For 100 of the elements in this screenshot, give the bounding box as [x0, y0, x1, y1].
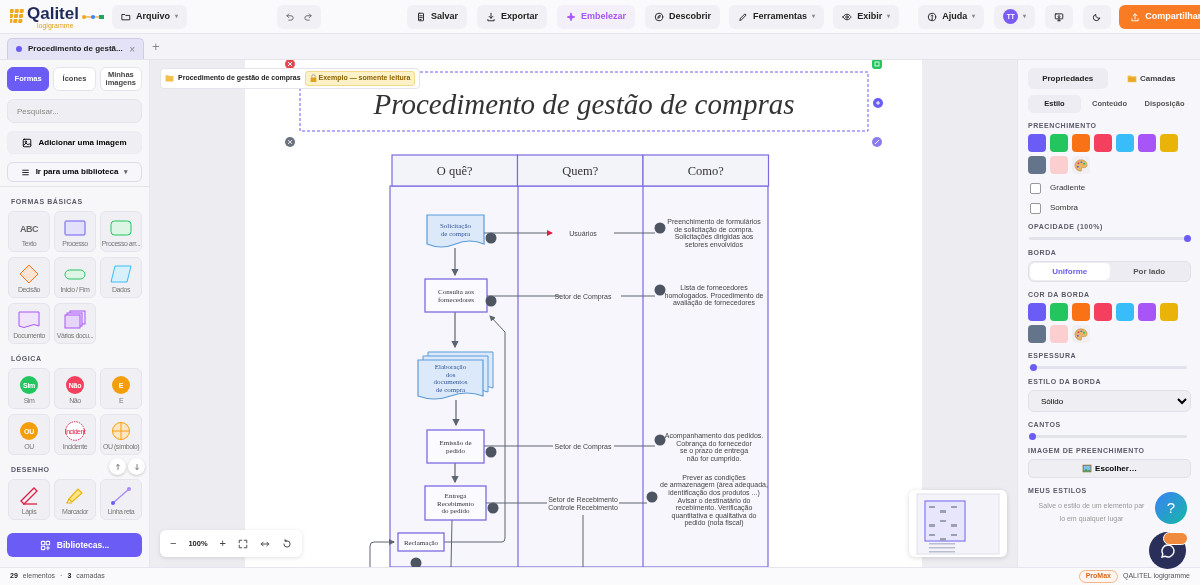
folder-icon	[1126, 74, 1137, 83]
checkbox[interactable]	[1030, 182, 1041, 194]
connection-dot	[485, 295, 497, 307]
checkbox-label: Gradiente	[1050, 182, 1086, 194]
redo-button[interactable]	[303, 11, 313, 22]
upload-icon	[1130, 11, 1141, 22]
connection-dot	[485, 232, 497, 244]
connection-dot	[654, 284, 666, 296]
beautify-button[interactable]: Embelezar	[557, 4, 636, 29]
color-swatch[interactable]	[1116, 134, 1134, 152]
custom-color-button[interactable]	[1072, 325, 1090, 343]
selection-frame[interactable]	[299, 71, 869, 132]
monitor-icon	[1054, 11, 1065, 22]
search-field[interactable]: Pesquisar...	[7, 99, 142, 123]
reset-view-button[interactable]	[281, 538, 292, 549]
refresh-icon	[281, 538, 292, 549]
undo-button[interactable]	[285, 11, 295, 22]
zoom-in-button[interactable]: +	[219, 535, 226, 552]
color-swatch[interactable]	[1028, 156, 1046, 174]
color-swatch[interactable]	[1072, 134, 1090, 152]
lock-icon	[309, 74, 317, 83]
toggle-option[interactable]: Por lado	[1109, 263, 1189, 280]
libraries-button[interactable]: Bibliotecas...	[7, 533, 142, 557]
dark-mode-button[interactable]	[1083, 4, 1112, 29]
choose-image-button[interactable]: Escolher…	[1028, 459, 1191, 478]
connector-line	[483, 445, 554, 447]
compass-icon	[654, 11, 665, 22]
discover-button[interactable]: Descobrir	[645, 4, 721, 29]
scroll-up-button[interactable]	[109, 458, 126, 475]
color-swatch[interactable]	[1050, 303, 1068, 321]
diagram-title: Procedimento de gestão de compras	[373, 88, 795, 120]
slider-thumb[interactable]	[1028, 433, 1036, 440]
color-swatch[interactable]	[1028, 303, 1046, 321]
color-swatch[interactable]	[1072, 303, 1090, 321]
column-header: Quem?	[516, 154, 644, 187]
color-swatch[interactable]	[1050, 156, 1068, 174]
panel-tab[interactable]: Camadas	[1111, 68, 1191, 89]
color-swatch[interactable]	[1116, 303, 1134, 321]
connection-dot	[485, 446, 497, 458]
checkbox[interactable]	[1030, 202, 1041, 214]
link-handle-icon[interactable]	[872, 137, 882, 147]
color-swatch[interactable]	[1160, 134, 1178, 152]
arrow-up-icon	[113, 462, 122, 471]
download-icon	[486, 11, 496, 22]
document-tab[interactable]: Procedimento de gestã... ×	[7, 38, 144, 59]
color-swatch[interactable]	[1050, 134, 1068, 152]
document-icon	[416, 11, 426, 22]
color-swatch[interactable]	[1028, 325, 1046, 343]
connector-line	[582, 514, 584, 567]
color-swatch[interactable]	[1094, 303, 1112, 321]
border-style-select[interactable]: Sólido	[1028, 390, 1191, 412]
help-icon	[927, 11, 938, 22]
apps-icon	[39, 539, 51, 551]
presentation-button[interactable]	[1045, 4, 1074, 29]
toggle-option[interactable]: Uniforme	[1030, 263, 1110, 280]
connector-line	[450, 519, 453, 567]
picture-frame-icon	[1082, 464, 1093, 473]
color-swatch[interactable]	[1028, 134, 1046, 152]
palette-icon	[1074, 327, 1088, 341]
column-header: Como?	[642, 154, 770, 187]
color-swatch[interactable]	[1094, 134, 1112, 152]
color-swatch[interactable]	[1050, 325, 1068, 343]
custom-color-button[interactable]	[1072, 156, 1090, 174]
panel-tab[interactable]: Propriedades	[1028, 68, 1108, 89]
pencil-icon	[738, 11, 749, 22]
connector-line	[483, 230, 553, 236]
connector-logo-icon	[80, 12, 105, 21]
fit-screen-button[interactable]	[238, 538, 248, 549]
add-handle-icon[interactable]	[873, 98, 883, 108]
add-image-button[interactable]: Adicionar uma imagem	[7, 131, 142, 154]
chat-icon	[1159, 542, 1176, 559]
image-icon	[22, 137, 33, 148]
folder-icon	[165, 74, 174, 83]
menu-icon	[20, 167, 30, 177]
moon-icon	[1092, 11, 1103, 22]
scroll-down-button[interactable]	[128, 458, 145, 475]
color-swatch[interactable]	[1138, 303, 1156, 321]
corner-handle-icon[interactable]	[872, 60, 882, 69]
flow-arrow	[369, 539, 395, 567]
redo-icon	[303, 11, 313, 22]
connector-line	[618, 502, 648, 504]
zoom-out-button[interactable]: −	[170, 535, 177, 552]
save-button[interactable]: Salvar	[407, 4, 467, 29]
slider-thumb[interactable]	[1183, 235, 1191, 242]
palette-icon	[1074, 158, 1088, 172]
export-button[interactable]: Exportar	[477, 4, 548, 29]
color-swatch[interactable]	[1160, 303, 1178, 321]
flow-arrow	[451, 247, 459, 277]
sparkle-icon	[566, 11, 577, 22]
connector-line	[613, 445, 656, 447]
text-shape-icon: ABC	[14, 217, 44, 238]
connector-line	[620, 295, 656, 297]
checkbox-label: Sombra	[1050, 202, 1078, 214]
grid-logo-icon	[10, 9, 25, 24]
folder-icon	[120, 11, 131, 22]
eye-icon	[842, 11, 853, 22]
color-swatch[interactable]	[1138, 134, 1156, 152]
slider-thumb[interactable]	[1030, 364, 1038, 371]
connection-dot	[487, 502, 499, 514]
connection-dot	[654, 222, 666, 234]
